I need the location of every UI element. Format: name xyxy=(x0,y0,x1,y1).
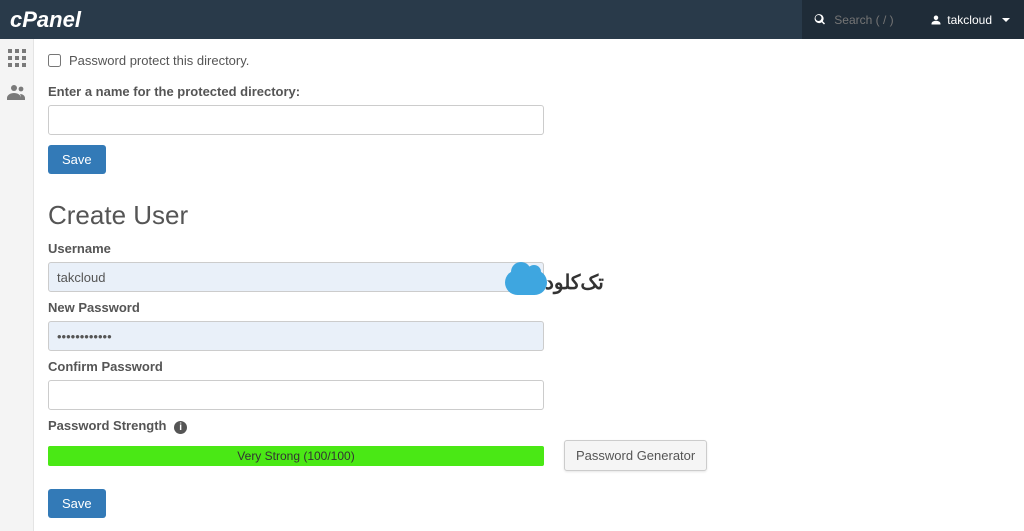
logo: cPanel xyxy=(10,7,95,33)
protect-checkbox[interactable] xyxy=(48,54,61,67)
password-strength-bar: Very Strong (100/100) xyxy=(48,446,544,466)
search-box[interactable] xyxy=(802,0,916,39)
directory-name-input[interactable] xyxy=(48,105,544,135)
top-bar: cPanel takcloud xyxy=(0,0,1024,39)
username-input[interactable] xyxy=(48,262,544,292)
save-user-button[interactable]: Save xyxy=(48,489,106,518)
new-password-label: New Password xyxy=(48,300,1008,315)
search-icon xyxy=(814,13,826,26)
create-user-heading: Create User xyxy=(48,200,1008,231)
search-input[interactable] xyxy=(834,13,904,27)
username-label: takcloud xyxy=(947,13,992,27)
protect-checkbox-label: Password protect this directory. xyxy=(69,53,249,68)
user-menu[interactable]: takcloud xyxy=(916,0,1024,39)
password-strength-label: Password Strength i xyxy=(48,418,1008,434)
apps-icon[interactable] xyxy=(8,49,26,70)
user-icon xyxy=(930,14,942,26)
password-generator-button[interactable]: Password Generator xyxy=(564,440,707,471)
sidebar xyxy=(0,39,34,531)
confirm-password-input[interactable] xyxy=(48,380,544,410)
new-password-input[interactable] xyxy=(48,321,544,351)
username-label: Username xyxy=(48,241,1008,256)
info-icon[interactable]: i xyxy=(174,421,187,434)
users-icon[interactable] xyxy=(7,84,27,103)
save-directory-button[interactable]: Save xyxy=(48,145,106,174)
confirm-password-label: Confirm Password xyxy=(48,359,1008,374)
directory-name-label: Enter a name for the protected directory… xyxy=(48,84,1008,99)
chevron-down-icon xyxy=(1002,18,1010,22)
